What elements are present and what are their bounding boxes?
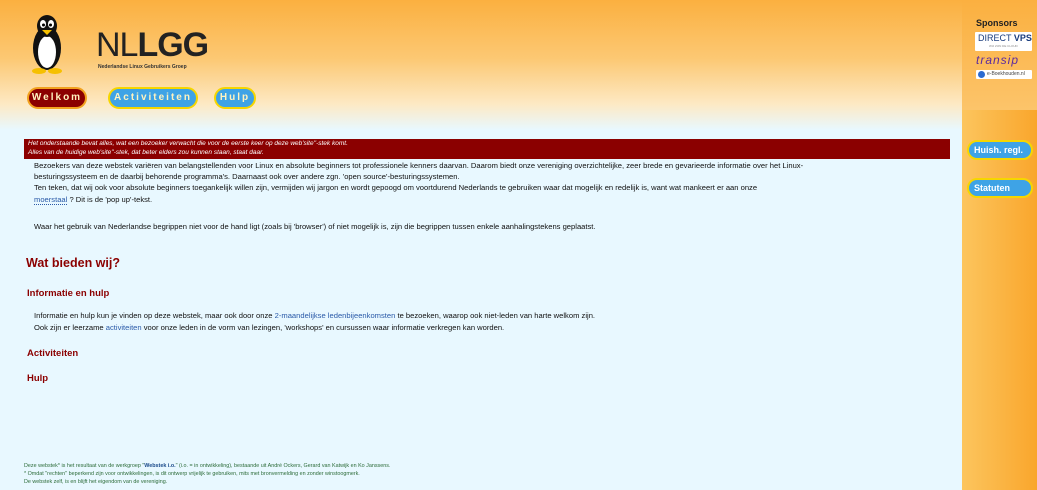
- nav-activiteiten-button[interactable]: Activiteiten: [108, 87, 198, 109]
- footer-line-1-b: * is het resultaat van de werkgroep ": [57, 463, 145, 469]
- logo-wordmark: NLLGG: [96, 26, 209, 64]
- sponsor-eboekhouden-logo[interactable]: e-Boekhouden.nl: [976, 70, 1032, 79]
- sponsor-transip-logo[interactable]: transip: [976, 53, 1019, 67]
- intro-paragraph-2: Waar het gebruik van Nederlandse begripp…: [34, 222, 596, 231]
- footer: Deze webstek* is het resultaat van de we…: [24, 462, 390, 486]
- tux-penguin-icon: [32, 15, 62, 74]
- info-line-2: Ook zijn er leerzame activiteiten voor o…: [34, 323, 504, 332]
- info-line-1: Informatie en hulp kun je vinden op deze…: [34, 311, 595, 320]
- ledenbijeenkomsten-link[interactable]: 2-maandelijkse ledenbijeenkomsten: [275, 311, 396, 320]
- directvps-text-b: VPS: [1013, 33, 1032, 43]
- footer-line-3: De webstek zelf, is en blijft het eigend…: [24, 479, 168, 485]
- eboekhouden-text: e-Boekhouden.nl: [987, 71, 1025, 77]
- notice-line-2: Alles van de huidige web'site''-stek, da…: [28, 148, 264, 156]
- heading-informatie-en-hulp: Informatie en hulp: [27, 288, 110, 299]
- directvps-text-a: DIRECT: [978, 33, 1012, 43]
- moerstaal-link[interactable]: moerstaal: [34, 195, 68, 205]
- info-line-1-a: Informatie en hulp kun je vinden op deze…: [34, 311, 275, 320]
- statuten-button[interactable]: Statuten: [967, 178, 1033, 198]
- intro-line-3: Ten teken, dat wij ook voor absolute beg…: [34, 183, 758, 192]
- intro-line-4: moerstaal ? Dit is de 'pop up'-tekst.: [34, 195, 153, 205]
- activiteiten-link[interactable]: activiteiten: [106, 323, 142, 332]
- footer-line-1-c: " (i.o. = in ontwikkeling), bestaande ui…: [175, 463, 391, 469]
- nav-hulp-button[interactable]: Hulp: [214, 87, 256, 109]
- page: NLLGG Nederlandse Linux Gebruikers Groep…: [0, 0, 1037, 490]
- eboekhouden-icon: [978, 71, 985, 78]
- heading-activiteiten: Activiteiten: [27, 348, 79, 359]
- sponsors-title: Sponsors: [976, 18, 1018, 28]
- notice-line-1: Het onderstaande bevat alles, wat een be…: [28, 140, 348, 147]
- footer-line-1-a: Deze webstek: [24, 463, 58, 469]
- footer-line-2: * Omdat "rechten" beperkend zijn voor on…: [24, 471, 360, 477]
- intro-line-4-tail: ? Dit is de 'pop up'-tekst.: [67, 195, 153, 204]
- notice-banner: Het onderstaande bevat alles, wat een be…: [24, 139, 950, 159]
- info-line-2-a: Ook zijn er leerzame: [34, 323, 106, 332]
- intro-line-1: Bezoekers van deze webstek variëren van …: [34, 161, 804, 170]
- footer-webstek-io: Webstek i.o.: [144, 463, 176, 469]
- footer-line-1: Deze webstek* is het resultaat van de we…: [24, 462, 390, 470]
- huishoudelijk-reglement-button[interactable]: Huish. regl.: [967, 140, 1033, 160]
- directvps-tagline: WIJ ZIJN DE CLOUD: [989, 44, 1018, 48]
- sponsor-directvps-logo[interactable]: DIRECT VPS WIJ ZIJN DE CLOUD: [975, 32, 1032, 51]
- info-line-1-b: te bezoeken, waarop ook niet-leden van h…: [395, 311, 596, 320]
- nav-welkom-button[interactable]: Welkom: [27, 87, 87, 109]
- logo-subtitle: Nederlandse Linux Gebruikers Groep: [98, 64, 187, 70]
- heading-wat-bieden-wij: Wat bieden wij?: [26, 256, 120, 270]
- nllgg-logo[interactable]: NLLGG Nederlandse Linux Gebruikers Groep: [30, 12, 209, 74]
- heading-hulp: Hulp: [27, 373, 49, 384]
- info-line-2-b: voor onze leden in de vorm van lezingen,…: [141, 323, 505, 332]
- intro-line-2: besturingssysteem en de daarbij behorend…: [34, 172, 460, 181]
